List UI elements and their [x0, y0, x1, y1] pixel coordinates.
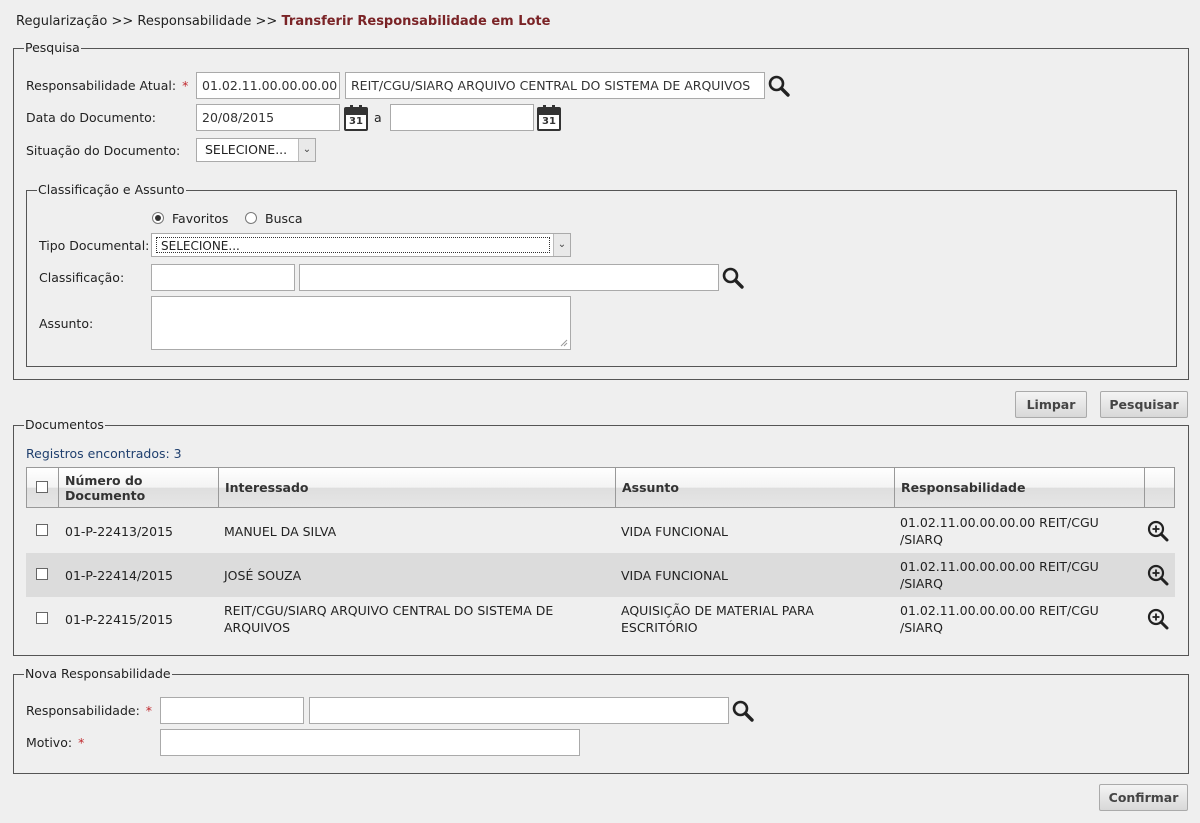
tipo-documental-selected-value: SELECIONE...	[156, 237, 550, 253]
column-header-actions	[1144, 468, 1174, 507]
column-header-assunto[interactable]: Assunto	[615, 468, 894, 507]
column-header-interessado[interactable]: Interessado	[218, 468, 615, 507]
cell-responsabilidade: 01.02.11.00.00.00.00 REIT/CGU /SIARQ	[900, 515, 1099, 547]
table-row: 01-P-22413/2015 MANUEL DA SILVA VIDA FUN…	[26, 509, 1175, 553]
classificacao-name-input[interactable]	[299, 264, 719, 291]
motivo-input[interactable]	[160, 729, 580, 756]
row-checkbox[interactable]	[36, 568, 48, 580]
row-checkbox[interactable]	[36, 612, 48, 624]
classificacao-code-input[interactable]	[151, 264, 295, 291]
breadcrumb-separator: >>	[111, 14, 134, 29]
data-separator: a	[374, 110, 382, 125]
situacao-selected-value: SELECIONE...	[205, 142, 288, 157]
cell-numero: 01-P-22413/2015	[65, 523, 173, 539]
cell-interessado: JOSÉ SOUZA	[224, 567, 302, 583]
tipo-documental-select[interactable]: SELECIONE... ⌄	[151, 233, 571, 257]
nova-resp-code-input[interactable]	[160, 697, 304, 724]
calendar-ring	[359, 105, 362, 111]
calendar-icon[interactable]: 31	[344, 105, 368, 131]
radio-busca-label[interactable]: Busca	[265, 211, 303, 226]
limpar-button[interactable]: Limpar	[1015, 391, 1087, 418]
resp-atual-label: Responsabilidade Atual: *	[26, 78, 189, 93]
cell-numero: 01-P-22414/2015	[65, 567, 173, 583]
cell-numero: 01-P-22415/2015	[65, 611, 173, 627]
cell-responsabilidade: 01.02.11.00.00.00.00 REIT/CGU /SIARQ	[900, 603, 1099, 635]
calendar-ring	[350, 105, 353, 111]
cell-responsabilidade: 01.02.11.00.00.00.00 REIT/CGU /SIARQ	[900, 559, 1099, 591]
column-header-numero[interactable]: Número do Documento	[58, 468, 218, 507]
page-title: Transferir Responsabilidade em Lote	[281, 14, 551, 29]
tipo-documental-label: Tipo Documental:	[39, 238, 150, 253]
pesquisa-legend: Pesquisa	[24, 40, 81, 55]
search-icon[interactable]	[767, 74, 791, 98]
data-inicio-input[interactable]: 20/08/2015	[196, 104, 340, 131]
resp-atual-name-input[interactable]: REIT/CGU/SIARQ ARQUIVO CENTRAL DO SISTEM…	[345, 72, 765, 99]
resize-handle-icon[interactable]	[560, 339, 568, 347]
radio-busca[interactable]	[245, 212, 257, 224]
calendar-ring	[543, 105, 546, 111]
classificacao-label: Classificação:	[39, 270, 125, 285]
motivo-label: Motivo: *	[26, 735, 85, 750]
cell-assunto: VIDA FUNCIONAL	[621, 523, 728, 539]
confirmar-button[interactable]: Confirmar	[1099, 784, 1188, 811]
cell-assunto: AQUISIÇÃO DE MATERIAL PARA ESCRITÓRIO	[621, 603, 814, 635]
classificacao-legend: Classificação e Assunto	[37, 182, 186, 197]
registros-count: Registros encontrados: 3	[26, 446, 182, 461]
nova-resp-name-input[interactable]	[309, 697, 729, 724]
situacao-label: Situação do Documento:	[26, 143, 181, 158]
radio-favoritos-label[interactable]: Favoritos	[172, 211, 228, 226]
documentos-legend: Documentos	[24, 417, 105, 432]
resp-atual-code-input[interactable]: 01.02.11.00.00.00.00	[196, 72, 340, 99]
breadcrumb: Regularização >> Responsabilidade >> Tra…	[16, 14, 550, 29]
search-icon[interactable]	[721, 266, 745, 290]
cell-interessado: MANUEL DA SILVA	[224, 523, 337, 539]
breadcrumb-item-regularizacao[interactable]: Regularização	[16, 14, 107, 29]
chevron-down-icon[interactable]: ⌄	[553, 234, 570, 256]
breadcrumb-item-responsabilidade[interactable]: Responsabilidade	[137, 14, 251, 29]
calendar-ring	[552, 105, 555, 111]
zoom-in-icon[interactable]	[1147, 564, 1169, 586]
table-header: Número do Documento Interessado Assunto …	[26, 467, 1175, 508]
calendar-day: 31	[542, 116, 556, 127]
cell-assunto: VIDA FUNCIONAL	[621, 567, 728, 583]
column-header-responsabilidade[interactable]: Responsabilidade	[894, 468, 1144, 507]
assunto-textarea[interactable]	[151, 296, 571, 350]
select-all-checkbox[interactable]	[36, 481, 48, 493]
chevron-down-icon[interactable]: ⌄	[298, 139, 315, 161]
table-row: 01-P-22414/2015 JOSÉ SOUZA VIDA FUNCIONA…	[26, 553, 1175, 597]
zoom-in-icon[interactable]	[1147, 520, 1169, 542]
situacao-select[interactable]: SELECIONE... ⌄	[196, 138, 316, 162]
data-documento-label: Data do Documento:	[26, 110, 156, 125]
assunto-label: Assunto:	[39, 316, 94, 331]
search-icon[interactable]	[731, 699, 755, 723]
nova-resp-label: Responsabilidade: *	[26, 703, 153, 718]
cell-interessado: REIT/CGU/SIARQ ARQUIVO CENTRAL DO SISTEM…	[224, 603, 554, 635]
nova-responsabilidade-fieldset: Nova Responsabilidade	[13, 667, 1189, 774]
data-fim-input[interactable]	[390, 104, 534, 131]
zoom-in-icon[interactable]	[1147, 608, 1169, 630]
nova-responsabilidade-legend: Nova Responsabilidade	[24, 666, 172, 681]
row-checkbox[interactable]	[36, 524, 48, 536]
table-row: 01-P-22415/2015 REIT/CGU/SIARQ ARQUIVO C…	[26, 597, 1175, 641]
radio-favoritos[interactable]	[152, 212, 164, 224]
calendar-icon[interactable]: 31	[537, 105, 561, 131]
breadcrumb-separator: >>	[255, 14, 278, 29]
calendar-day: 31	[349, 116, 363, 127]
pesquisar-button[interactable]: Pesquisar	[1100, 391, 1188, 418]
